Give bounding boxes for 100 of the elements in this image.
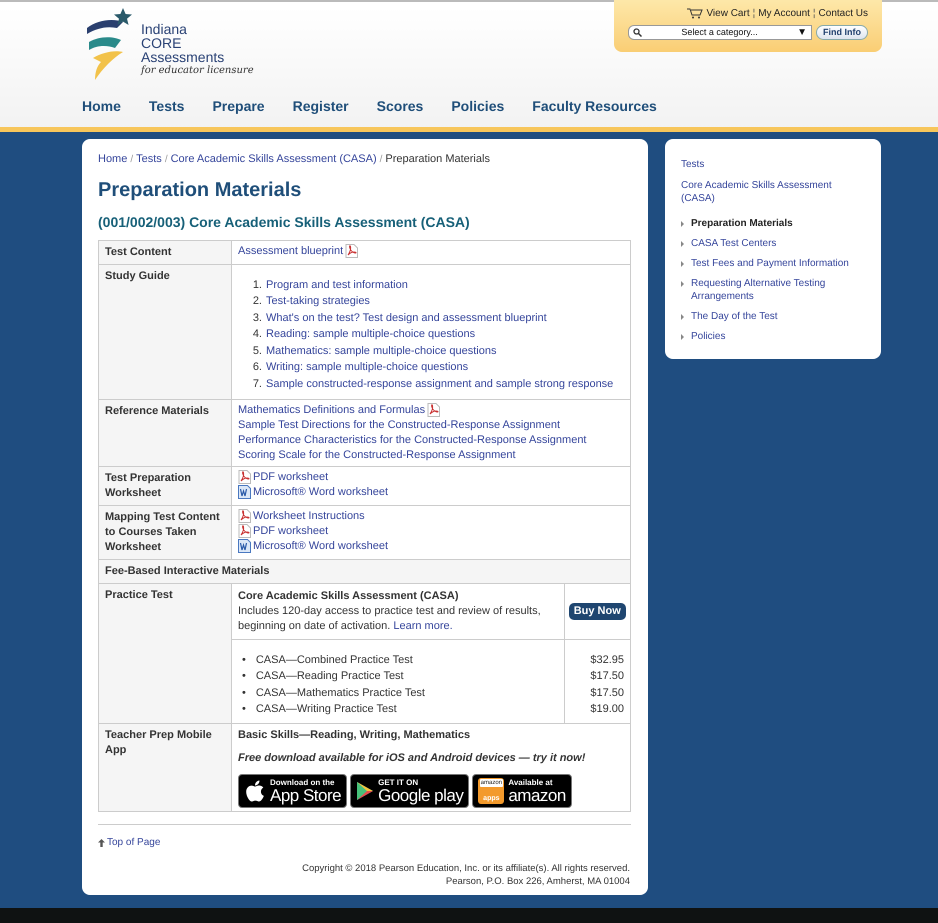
logo-text: Assessments	[141, 50, 226, 64]
sidebar-item[interactable]: The Day of the Test	[691, 310, 778, 323]
top-of-page-link[interactable]: Top of Page	[107, 835, 160, 850]
list-number: 1.	[252, 278, 262, 292]
page-subtitle: (001/002/003) Core Academic Skills Assessment (CASA)	[98, 212, 471, 230]
bullet: •	[242, 702, 246, 718]
pdf-icon	[238, 470, 251, 484]
study-guide-link[interactable]: What's on the test? Test design and assessment blueprint	[266, 310, 547, 326]
arrow-icon	[681, 281, 685, 287]
product-name: CASA—Reading Practice Test	[256, 669, 404, 684]
row-label: Reference Materials	[98, 399, 232, 466]
study-guide-link[interactable]: Mathematics: sample multiple-choice questions	[266, 342, 496, 360]
logo-text: CORE	[141, 36, 182, 50]
breadcrumb-link[interactable]: Home	[98, 151, 128, 168]
copyright-text: Pearson, P.O. Box 226, Amherst, MA 01004	[446, 875, 630, 888]
play-icon	[356, 781, 374, 802]
breadcrumb-link[interactable]: Tests	[136, 151, 162, 168]
pdf-icon	[345, 244, 358, 258]
document-link[interactable]: Scoring Scale for the Constructed-Response Assignment	[238, 448, 516, 463]
buy-now-button[interactable]: Buy Now	[568, 602, 626, 620]
pdf-icon	[238, 524, 251, 538]
list-number: 5.	[252, 344, 262, 359]
bullet: •	[242, 686, 246, 701]
nav-link[interactable]: Policies	[451, 96, 504, 117]
document-link[interactable]: Worksheet Instructions	[253, 508, 365, 524]
product-price: $19.00	[589, 702, 624, 718]
document-link[interactable]: Mathematics Definitions and Formulas	[238, 402, 426, 418]
breadcrumb-link[interactable]: Core Academic Skills Assessment (CASA)	[170, 151, 377, 168]
arrow-icon	[681, 334, 685, 340]
breadcrumb-separator: /	[380, 152, 382, 167]
list-number: 6.	[252, 360, 262, 376]
breadcrumb-separator: /	[164, 152, 168, 167]
arrow-icon	[681, 221, 685, 227]
study-guide-link[interactable]: Test-taking strategies	[266, 293, 370, 310]
bullet: •	[242, 669, 246, 684]
product-description: Includes 120-day access to practice test and review of results, beginning on date of activation. Learn more.	[238, 604, 542, 634]
document-link[interactable]: PDF worksheet	[253, 470, 328, 485]
sidebar-link[interactable]: Core Academic Skills Assessment (CASA)	[681, 179, 865, 205]
nav-link[interactable]: Home	[82, 96, 121, 117]
logo-tagline: for educator licensure	[141, 64, 254, 78]
nav-link[interactable]: Prepare	[212, 96, 265, 117]
document-link[interactable]: Sample Test Directions for the Constructed-Response Assignment	[238, 418, 560, 433]
pdf-icon	[427, 403, 440, 418]
document-link[interactable]: Assessment blueprint	[238, 244, 344, 258]
learn-more-link[interactable]: Learn more.	[393, 620, 453, 632]
product-title: Core Academic Skills Assessment (CASA)	[238, 588, 460, 604]
section-heading: Fee-Based Interactive Materials	[98, 559, 630, 584]
utility-link[interactable]: Contact Us	[818, 6, 868, 21]
app-note: Free download available for iOS and Android devices — try it now!	[238, 751, 586, 766]
product-name: CASA—Combined Practice Test	[256, 652, 413, 668]
document-link[interactable]: PDF worksheet	[253, 524, 328, 539]
list-number: 3.	[252, 310, 262, 326]
nav-link[interactable]: Scores	[376, 96, 424, 117]
category-select[interactable]: Select a category... ▼	[628, 25, 812, 40]
study-guide-link[interactable]: Reading: sample multiple-choice questions	[266, 326, 476, 343]
logo-text: Indiana	[141, 22, 188, 36]
search-icon	[633, 28, 642, 37]
apple-icon	[244, 779, 266, 804]
row-label: Study Guide	[98, 264, 232, 400]
up-arrow-icon	[98, 838, 105, 847]
row-label: Practice Test	[98, 583, 232, 724]
sidebar-item[interactable]: Test Fees and Payment Information	[691, 257, 849, 270]
cart-icon	[687, 8, 704, 19]
product-price: $17.50	[589, 686, 624, 701]
nav-link[interactable]: Faculty Resources	[532, 96, 657, 117]
product-name: CASA—Writing Practice Test	[256, 702, 397, 718]
arrow-icon	[681, 261, 685, 267]
store-badge[interactable]: GET IT ON Google play	[350, 774, 470, 808]
separator: ¦	[752, 7, 756, 21]
study-guide-link[interactable]: Sample constructed-response assignment and sample strong response	[266, 376, 614, 393]
page-title: Preparation Materials	[98, 178, 302, 202]
document-link[interactable]: Performance Characteristics for the Constructed-Response Assignment	[238, 432, 586, 448]
copyright-text: Copyright © 2018 Pearson Education, Inc. or its affiliate(s). All rights reserved.	[302, 862, 630, 876]
study-guide-link[interactable]: Writing: sample multiple-choice questions	[266, 359, 468, 376]
row-label: Teacher Prep Mobile App	[98, 724, 232, 812]
utility-link[interactable]: View Cart	[706, 6, 750, 21]
study-guide-link[interactable]: Program and test information	[266, 276, 408, 294]
arrow-icon	[681, 314, 685, 320]
product-price: $17.50	[589, 669, 624, 684]
app-heading: Basic Skills—Reading, Writing, Mathematics	[238, 728, 472, 744]
row-label: Test Preparation Worksheet	[98, 466, 232, 506]
arrow-icon	[681, 241, 685, 247]
breadcrumb-separator: /	[130, 152, 134, 167]
sidebar-item[interactable]: CASA Test Centers	[691, 237, 776, 250]
nav-link[interactable]: Register	[292, 96, 349, 117]
utility-link[interactable]: My Account	[758, 6, 810, 21]
breadcrumb-current: Preparation Materials	[385, 152, 490, 167]
product-name: CASA—Mathematics Practice Test	[256, 686, 425, 701]
nav-link[interactable]: Tests	[148, 96, 184, 117]
document-icon	[238, 539, 251, 554]
separator: ¦	[812, 7, 816, 21]
sidebar-item[interactable]: Preparation Materials	[691, 217, 793, 230]
store-badge[interactable]: Download on the App Store	[238, 774, 348, 808]
document-link[interactable]: Microsoft® Word worksheet	[253, 538, 388, 554]
sidebar-item[interactable]: Requesting Alternative Testing Arrangements	[691, 277, 865, 303]
sidebar-link[interactable]: Tests	[681, 158, 865, 171]
document-link[interactable]: Microsoft® Word worksheet	[253, 484, 388, 500]
sidebar-item[interactable]: Policies	[691, 330, 726, 343]
list-number: 7.	[252, 377, 262, 392]
find-info-button[interactable]: Find Info	[816, 25, 868, 40]
